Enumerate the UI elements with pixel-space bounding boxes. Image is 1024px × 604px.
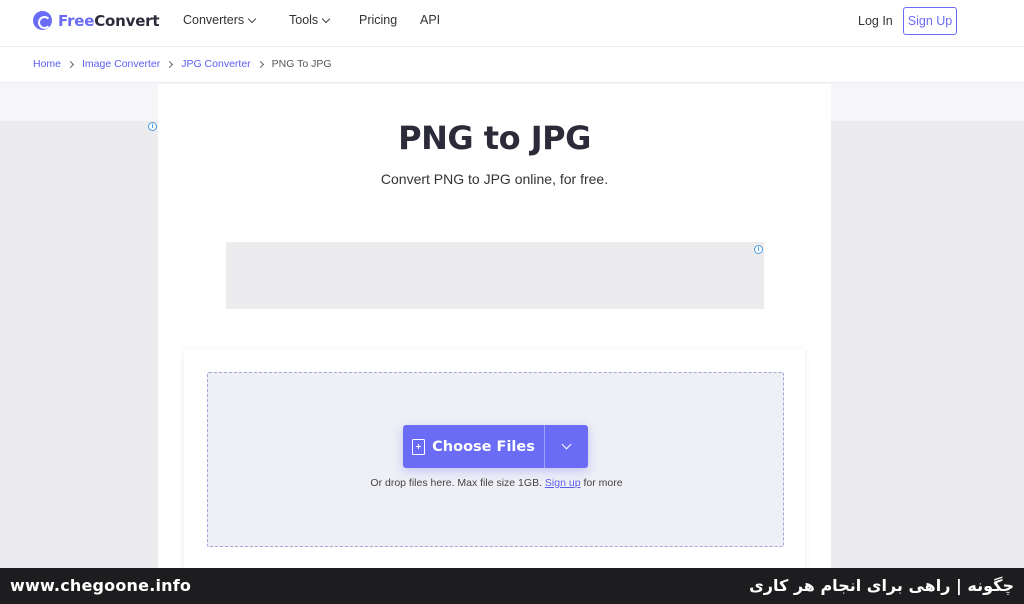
chevron-right-icon <box>166 60 174 68</box>
breadcrumb-jpg-converter[interactable]: JPG Converter <box>181 58 250 70</box>
breadcrumb-bar: Home Image Converter JPG Converter PNG T… <box>0 47 1024 83</box>
nav-api[interactable]: API <box>420 13 440 27</box>
logo-text: FreeConvert <box>58 11 160 30</box>
choose-files-button-group: Choose Files <box>403 425 588 468</box>
freeconvert-logo-icon <box>33 11 52 30</box>
login-link[interactable]: Log In <box>858 14 893 28</box>
watermark-banner: www.chegoone.info چگونه | راهی برای انجا… <box>0 568 1024 604</box>
chevron-right-icon <box>256 60 264 68</box>
breadcrumb-image-converter[interactable]: Image Converter <box>82 58 160 70</box>
drop-hint: Or drop files here. Max file size 1GB. S… <box>370 477 623 489</box>
watermark-url: www.chegoone.info <box>10 576 192 595</box>
freeconvert-logo[interactable]: FreeConvert <box>33 11 160 30</box>
breadcrumb-home[interactable]: Home <box>33 58 61 70</box>
site-header: FreeConvert Converters Tools Pricing API… <box>0 0 1024 47</box>
ad-info-icon[interactable]: i <box>148 122 157 131</box>
chevron-down-icon <box>561 439 572 450</box>
chevron-right-icon <box>66 60 75 68</box>
breadcrumb: Home Image Converter JPG Converter PNG T… <box>33 58 332 70</box>
signup-button[interactable]: Sign Up <box>903 7 957 35</box>
signup-link[interactable]: Sign up <box>545 477 581 489</box>
upload-card: Choose Files Or drop files here. Max fil… <box>184 349 805 579</box>
main-content: PNG to JPG Convert PNG to JPG online, fo… <box>158 84 831 579</box>
breadcrumb-current: PNG To JPG <box>271 58 332 70</box>
ad-info-icon[interactable]: i <box>754 245 763 254</box>
watermark-tagline: چگونه | راهی برای انجام هر کاری <box>749 576 1014 595</box>
chevron-down-icon <box>321 14 331 23</box>
side-ad-right[interactable] <box>831 121 1024 568</box>
file-plus-icon <box>412 438 426 455</box>
file-drop-zone[interactable]: Choose Files Or drop files here. Max fil… <box>207 372 784 547</box>
choose-files-button[interactable]: Choose Files <box>403 425 544 468</box>
content-ad[interactable]: i <box>226 242 764 309</box>
side-ad-left[interactable] <box>0 121 158 568</box>
nav-pricing[interactable]: Pricing <box>359 13 397 27</box>
page-subtitle: Convert PNG to JPG online, for free. <box>380 171 609 187</box>
page-title: PNG to JPG <box>398 119 591 157</box>
nav-tools[interactable]: Tools <box>289 13 331 27</box>
upload-source-dropdown[interactable] <box>545 425 588 468</box>
nav-converters[interactable]: Converters <box>183 13 257 27</box>
choose-files-label: Choose Files <box>432 438 535 455</box>
chevron-down-icon <box>247 14 257 23</box>
